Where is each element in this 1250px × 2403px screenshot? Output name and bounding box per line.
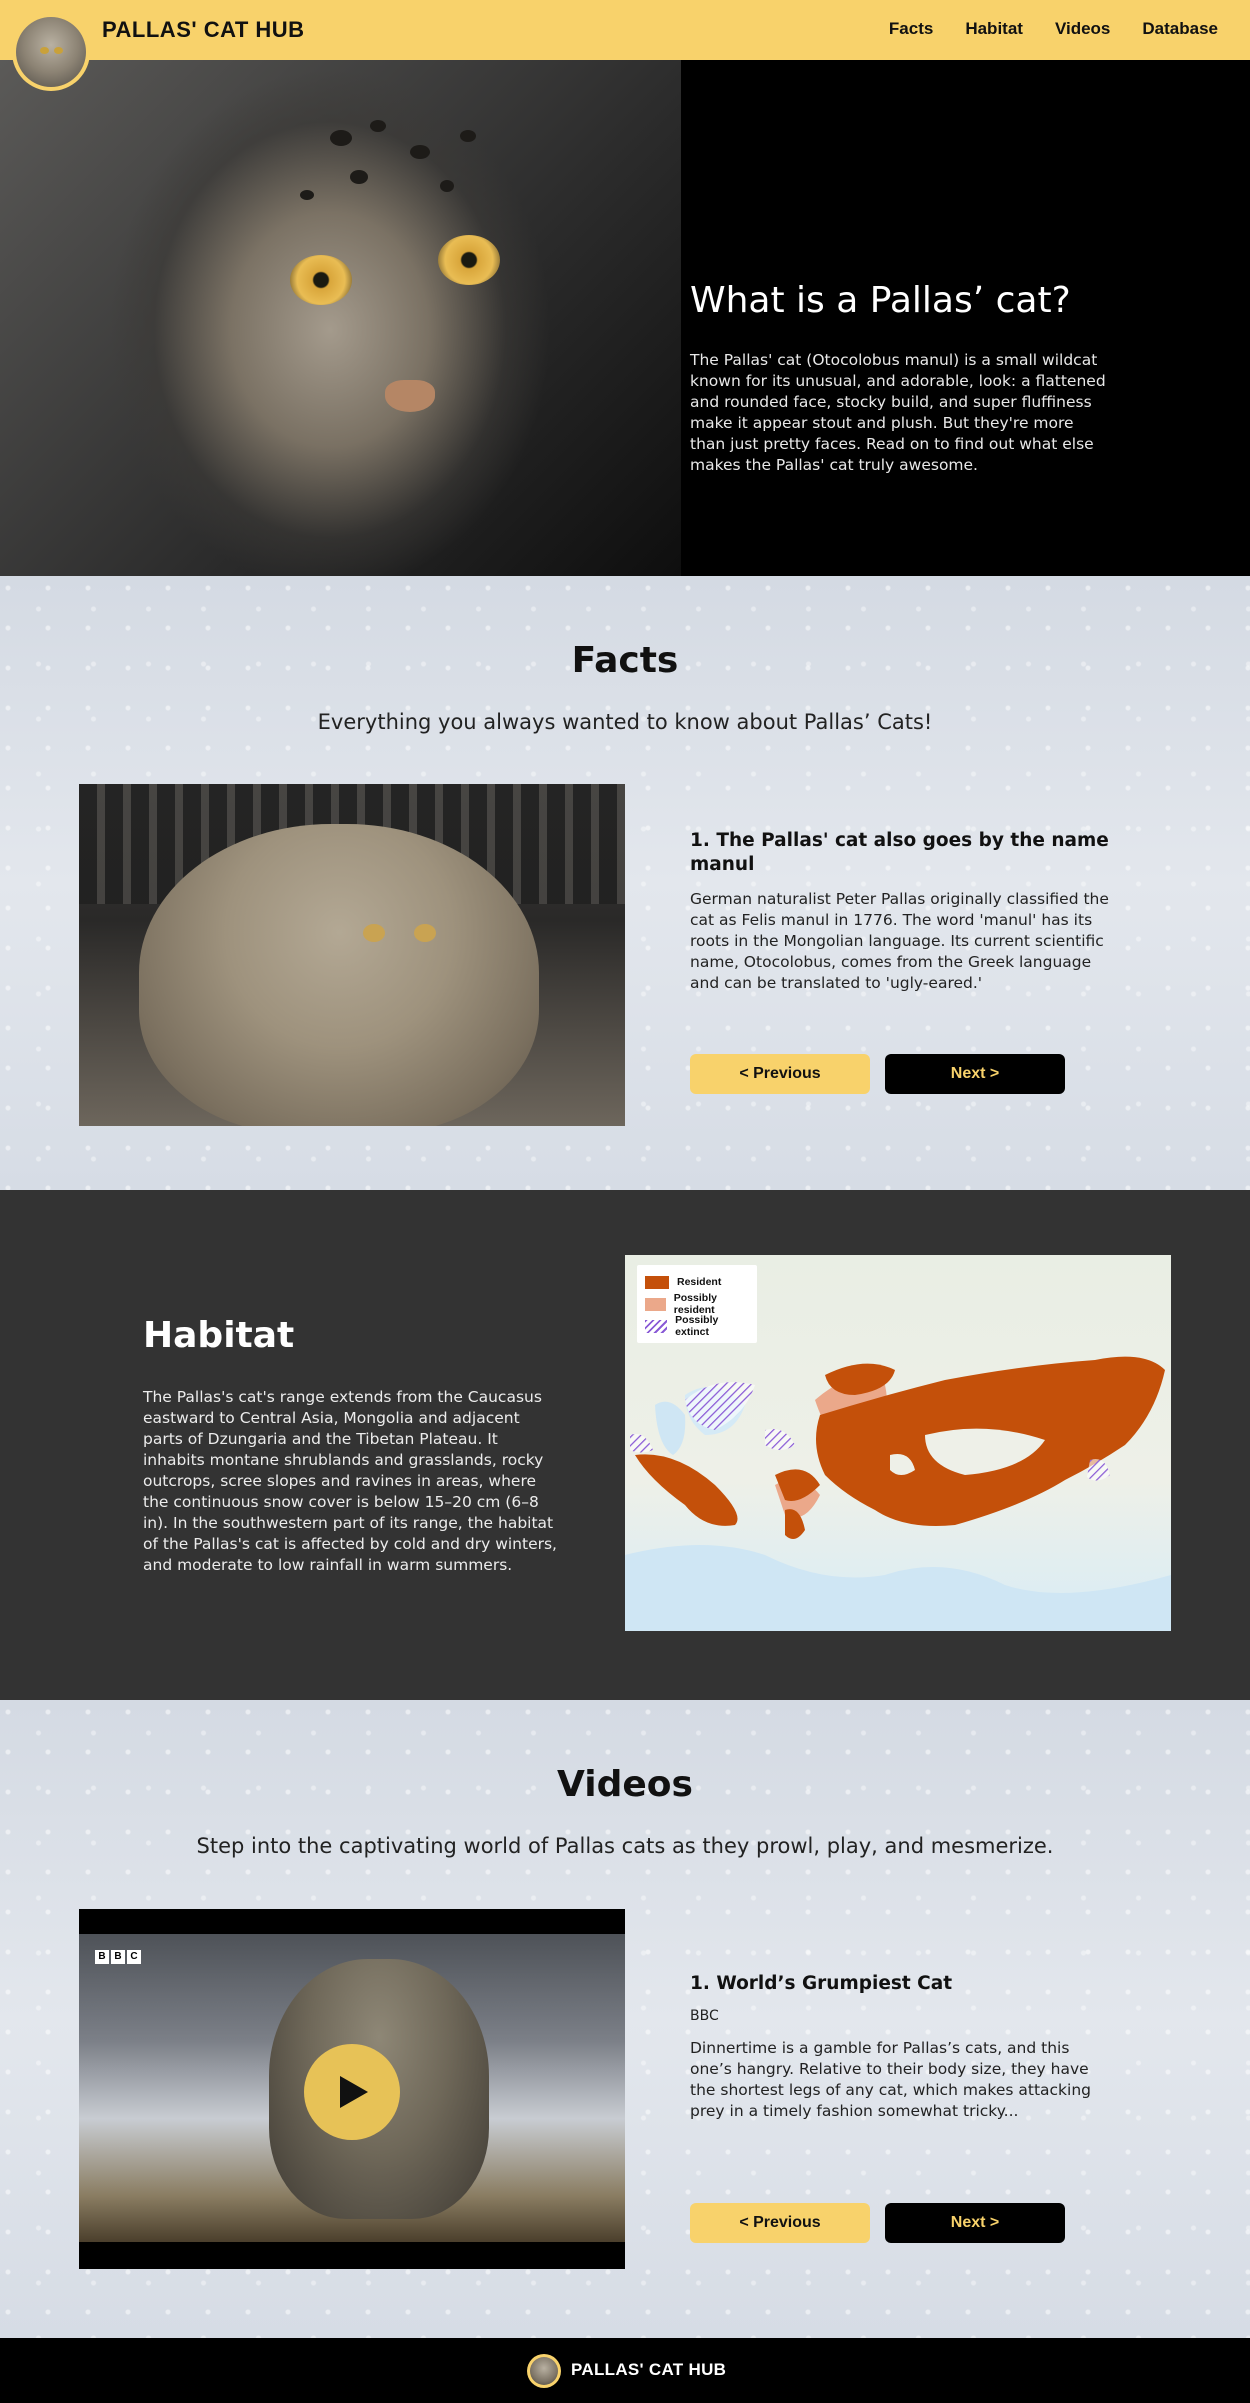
video-title: 1. World’s Grumpiest Cat <box>690 1973 953 1994</box>
hero-title: What is a Pallas’ cat? <box>690 280 1071 321</box>
fact-text: German naturalist Peter Pallas originall… <box>690 890 1109 992</box>
nav-database[interactable]: Database <box>1142 19 1218 39</box>
video-source: BBC <box>690 2008 719 2024</box>
nav-facts[interactable]: Facts <box>889 19 933 39</box>
map-legend: Resident Possibly resident Possibly exti… <box>637 1265 757 1343</box>
footer-logo[interactable] <box>527 2354 561 2388</box>
habitat-text: The Pallas's cat's range extends from th… <box>143 1388 557 1574</box>
legend-label: Possibly extinct <box>675 1314 719 1338</box>
legend-swatch-possibly-extinct <box>645 1319 668 1333</box>
site-logo[interactable] <box>12 13 90 91</box>
hero-intro-text: The Pallas' cat (Otocolobus manul) is a … <box>690 351 1106 474</box>
videos-title: Videos <box>557 1764 693 1805</box>
cat-logo-image <box>16 17 86 87</box>
video-player[interactable]: B B C <box>79 1909 625 2269</box>
legend-label: Resident <box>677 1276 722 1288</box>
legend-item-possibly-extinct: Possibly extinct <box>645 1314 749 1338</box>
facts-title: Facts <box>571 640 679 681</box>
legend-item-possibly-resident: Possibly resident <box>645 1292 749 1316</box>
legend-swatch-resident <box>645 1275 669 1289</box>
fact-cat-photo <box>79 784 625 1126</box>
nav-videos[interactable]: Videos <box>1055 19 1110 39</box>
legend-swatch-possibly-resident <box>645 1297 666 1311</box>
videos-subtitle: Step into the captivating world of Palla… <box>196 1834 1054 1858</box>
footer-brand[interactable]: PALLAS' CAT HUB <box>571 2360 726 2380</box>
hero-cat-photo <box>0 60 681 576</box>
legend-item-resident: Resident <box>645 1271 749 1293</box>
habitat-title: Habitat <box>143 1315 295 1356</box>
play-icon <box>340 2076 368 2108</box>
play-button[interactable] <box>304 2044 400 2140</box>
site-footer: PALLAS' CAT HUB <box>0 2338 1250 2403</box>
hero-section: What is a Pallas’ cat? The Pallas' cat (… <box>0 60 1250 576</box>
habitat-section: Habitat The Pallas's cat's range extends… <box>0 1190 1250 1700</box>
videos-section: Videos Step into the captivating world o… <box>0 1700 1250 2338</box>
site-header: PALLAS' CAT HUB Facts Habitat Videos Dat… <box>0 0 1250 60</box>
site-brand[interactable]: PALLAS' CAT HUB <box>102 17 305 43</box>
facts-next-button[interactable]: Next > <box>885 1054 1065 1094</box>
legend-label: Possibly resident <box>673 1292 717 1316</box>
nav-habitat[interactable]: Habitat <box>965 19 1023 39</box>
bbc-logo: B B C <box>95 1950 141 1964</box>
fact-title: 1. The Pallas' cat also goes by the name… <box>690 830 1109 875</box>
videos-previous-button[interactable]: < Previous <box>690 2203 870 2243</box>
videos-next-button[interactable]: Next > <box>885 2203 1065 2243</box>
video-description: Dinnertime is a gamble for Pallas’s cats… <box>690 2039 1091 2120</box>
facts-section: Facts Everything you always wanted to kn… <box>0 576 1250 1190</box>
habitat-range-map: Resident Possibly resident Possibly exti… <box>625 1255 1171 1631</box>
main-nav: Facts Habitat Videos Database <box>889 19 1218 39</box>
facts-previous-button[interactable]: < Previous <box>690 1054 870 1094</box>
facts-subtitle: Everything you always wanted to know abo… <box>317 710 933 734</box>
